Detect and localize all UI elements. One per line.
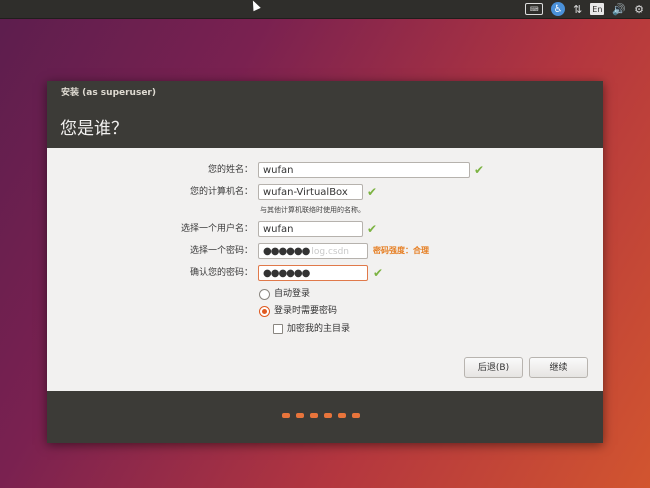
- network-icon[interactable]: ⇅: [573, 3, 582, 16]
- keyboard-icon[interactable]: ⌨: [525, 3, 544, 15]
- require-password-radio[interactable]: [259, 306, 270, 317]
- system-tray: ⌨ ♿ ⇅ En 🔊 ⚙: [525, 1, 644, 17]
- password-field[interactable]: ●●●●●● log.csdn: [258, 243, 368, 259]
- confirm-password-dots: ●●●●●●: [263, 268, 310, 279]
- page-title: 您是谁？: [60, 119, 128, 139]
- progress-dot: [282, 413, 290, 418]
- installer-footer: [47, 391, 603, 443]
- back-button[interactable]: 后退(B): [464, 357, 523, 378]
- computer-name-label: 您的计算机名：: [189, 187, 253, 197]
- progress-dot: [324, 413, 332, 418]
- auto-login-radio[interactable]: [259, 289, 270, 300]
- progress-dot: [310, 413, 318, 418]
- computer-name-field[interactable]: wufan-VirtualBox: [258, 184, 363, 200]
- top-panel: ⌨ ♿ ⇅ En 🔊 ⚙: [0, 0, 650, 19]
- progress-dot: [352, 413, 360, 418]
- require-password-label[interactable]: 登录时需要密码: [274, 305, 337, 317]
- language-indicator[interactable]: En: [590, 3, 605, 15]
- computer-name-hint: 与其他计算机联络时使用的名称。: [260, 206, 365, 214]
- confirm-password-field[interactable]: ●●●●●●: [258, 265, 368, 281]
- installer-window: 安装 (as superuser) 您是谁？ 您的姓名： wufan ✔ 您的计…: [47, 81, 603, 443]
- name-field[interactable]: wufan: [258, 162, 470, 178]
- watermark-text: log.csdn: [311, 247, 349, 257]
- window-title: 安装 (as superuser): [61, 88, 156, 98]
- progress-dot: [338, 413, 346, 418]
- progress-dot: [296, 413, 304, 418]
- password-strength: 密码强度：合理: [373, 246, 429, 255]
- accessibility-icon[interactable]: ♿: [551, 2, 566, 16]
- name-valid-icon: ✔: [474, 163, 485, 177]
- password-dots: ●●●●●●: [263, 246, 310, 257]
- gear-icon[interactable]: ⚙: [634, 3, 644, 16]
- password-label: 选择一个密码：: [189, 246, 253, 256]
- username-label: 选择一个用户名：: [180, 224, 253, 234]
- form-area: 您的姓名： wufan ✔ 您的计算机名： wufan-VirtualBox ✔…: [47, 148, 603, 391]
- volume-icon[interactable]: 🔊: [612, 3, 626, 16]
- confirm-password-label: 确认您的密码：: [189, 268, 253, 278]
- username-field[interactable]: wufan: [258, 221, 363, 237]
- computer-name-valid-icon: ✔: [367, 185, 378, 199]
- username-valid-icon: ✔: [367, 222, 378, 236]
- encrypt-home-label[interactable]: 加密我的主目录: [287, 323, 350, 335]
- auto-login-label[interactable]: 自动登录: [274, 288, 310, 300]
- name-label: 您的姓名：: [207, 165, 253, 175]
- confirm-password-valid-icon: ✔: [373, 266, 384, 280]
- continue-button[interactable]: 继续: [529, 357, 588, 378]
- window-titlebar: 安装 (as superuser) 您是谁？: [47, 81, 603, 148]
- encrypt-home-checkbox[interactable]: [273, 324, 283, 334]
- progress-indicator: [282, 413, 360, 418]
